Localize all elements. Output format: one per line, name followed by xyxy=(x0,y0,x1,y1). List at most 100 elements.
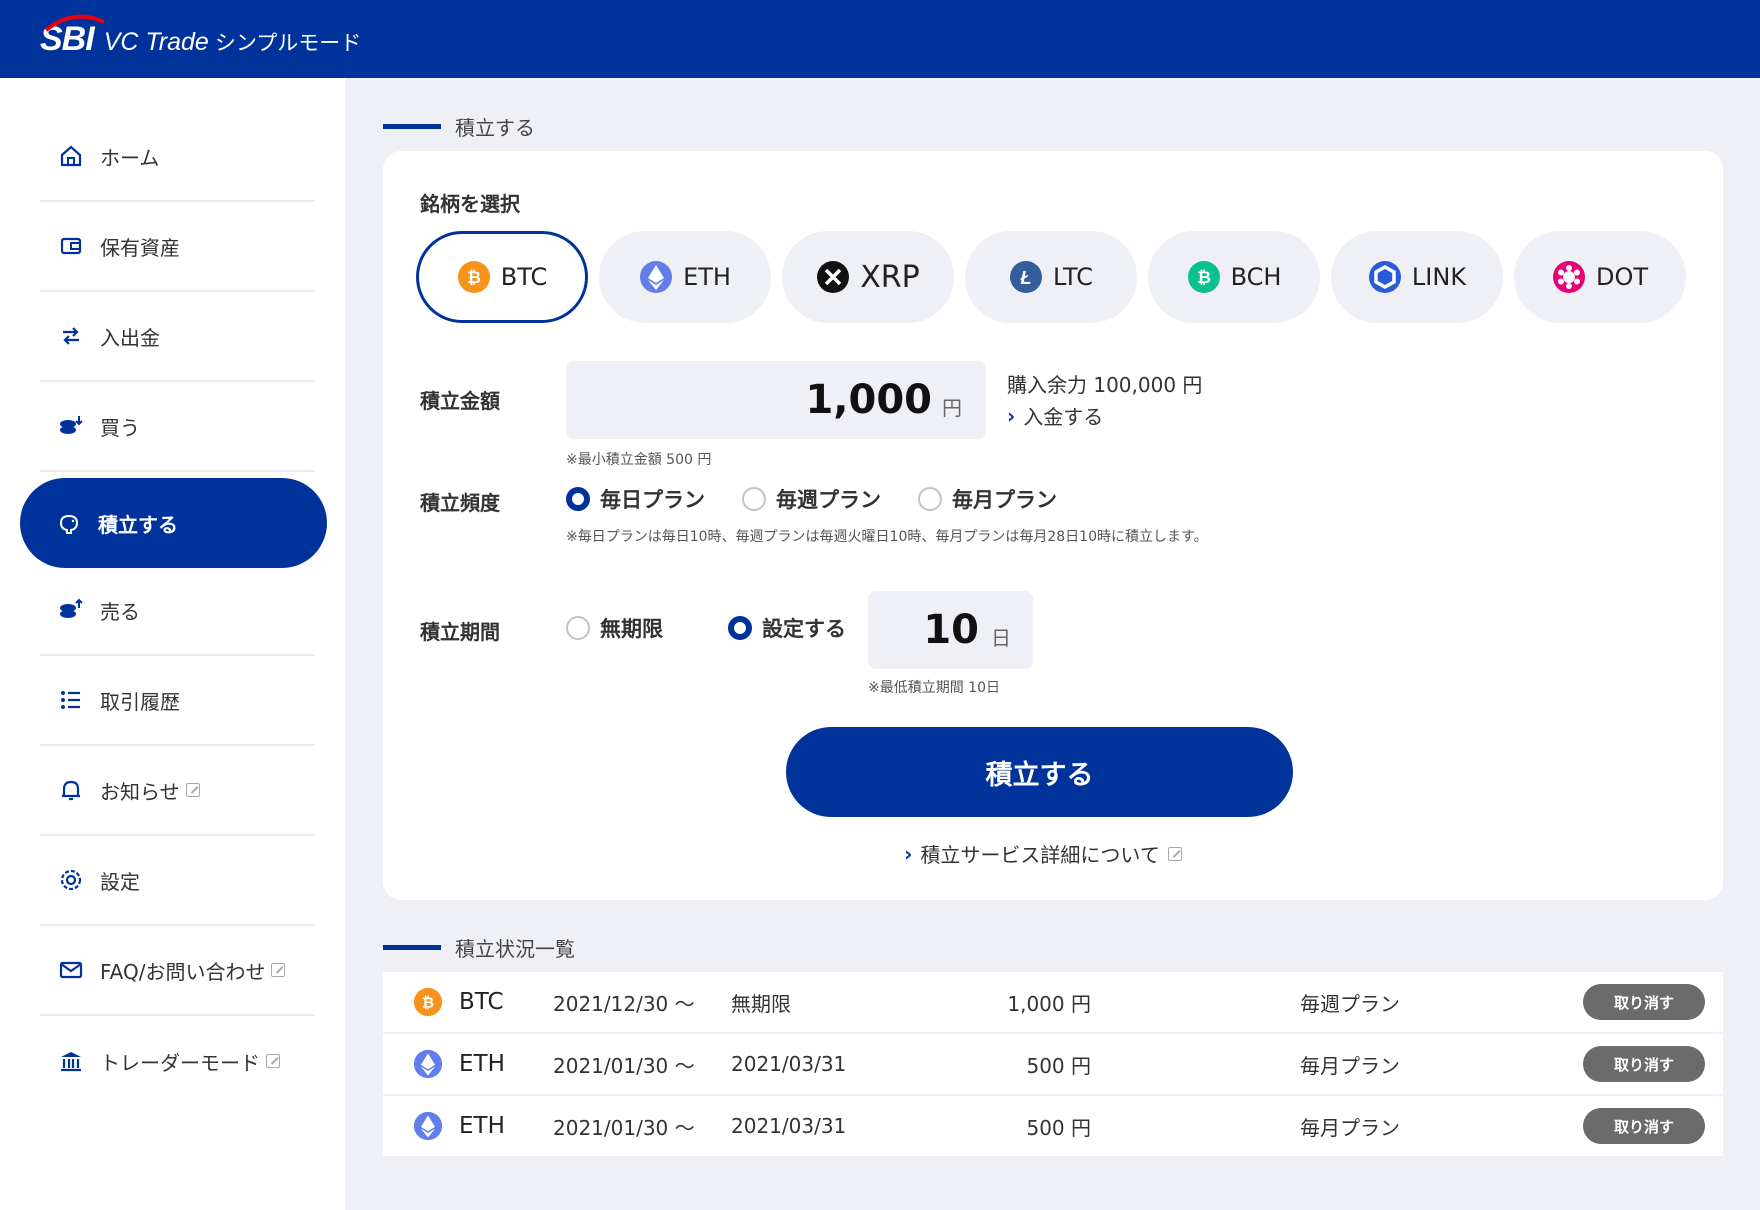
ltc-icon: Ł xyxy=(1009,261,1042,293)
radio-label: 設定する xyxy=(762,617,846,641)
frequency-note: ※毎日プランは毎日10時、毎週プランは毎週火曜日10時、毎月プランは毎月28日1… xyxy=(566,529,1208,545)
amount-unit: 円 xyxy=(942,395,962,420)
section-heading-status: 積立状況一覧 xyxy=(383,933,575,962)
chevron-right-icon: › xyxy=(904,841,913,866)
section-title-text: 積立状況一覧 xyxy=(455,937,575,961)
btc-icon: ₿ xyxy=(413,987,443,1017)
eth-icon xyxy=(413,1111,443,1141)
row-plan: 毎月プラン xyxy=(1300,1115,1400,1140)
svg-text:Ł: Ł xyxy=(1019,268,1031,288)
cancel-button[interactable]: 取り消す xyxy=(1583,1108,1705,1144)
sidebar-item-faq[interactable]: FAQ/お問い合わせ xyxy=(40,926,315,1016)
coin-symbol: XRP xyxy=(860,259,920,295)
amount-label: 積立金額 xyxy=(420,389,500,413)
svg-text:₿: ₿ xyxy=(422,994,434,1011)
row-coin: BTC xyxy=(459,989,504,1015)
sidebar-item-label: 積立する xyxy=(98,512,178,537)
external-link-icon xyxy=(266,1054,280,1068)
table-row: ETH 2021/01/30 〜 2021/03/31 500 円 毎月プラン … xyxy=(383,1096,1723,1158)
bank-icon xyxy=(56,1046,86,1076)
transfer-icon xyxy=(56,321,86,351)
wallet-icon xyxy=(56,231,86,261)
app-name: VC Trade xyxy=(103,27,209,56)
cancel-button[interactable]: 取り消す xyxy=(1583,984,1705,1020)
mail-icon xyxy=(56,955,86,985)
section-bar xyxy=(383,124,441,129)
accumulation-status-list: ₿ BTC 2021/12/30 〜 無期限 1,000 円 毎週プラン 取り消… xyxy=(383,972,1723,1158)
sbi-logo[interactable]: SBI VC Trade シンプルモード xyxy=(40,14,361,59)
xrp-icon xyxy=(817,261,850,293)
sidebar-item-settings[interactable]: 設定 xyxy=(40,836,315,926)
coin-option-ltc[interactable]: Ł LTC xyxy=(965,231,1137,323)
row-amount: 500 円 xyxy=(1026,1053,1091,1078)
sidebar-item-sell[interactable]: 売る xyxy=(40,566,315,656)
row-start-date: 2021/01/30 〜 xyxy=(553,1115,695,1140)
radio-circle xyxy=(728,616,752,640)
coin-option-xrp[interactable]: XRP xyxy=(782,231,954,323)
deposit-link[interactable]: › 入金する xyxy=(1007,401,1103,430)
sidebar-item-deposit-withdraw[interactable]: 入出金 xyxy=(40,292,315,382)
dot-icon xyxy=(1552,261,1585,293)
coin-option-dot[interactable]: DOT xyxy=(1514,231,1686,323)
eth-icon xyxy=(640,261,673,293)
cancel-button[interactable]: 取り消す xyxy=(1583,1046,1705,1082)
link-icon xyxy=(1368,261,1401,293)
sidebar-item-buy[interactable]: 買う xyxy=(40,382,315,472)
sell-coins-icon xyxy=(56,595,86,625)
coin-select-label: 銘柄を選択 xyxy=(420,192,520,216)
amount-value: 1,000 xyxy=(805,377,932,423)
sidebar-item-accumulate[interactable]: 積立する xyxy=(20,478,327,568)
coin-symbol: BTC xyxy=(500,263,548,291)
sidebar-item-label: ホーム xyxy=(100,145,160,170)
sidebar-item-label: FAQ/お問い合わせ xyxy=(100,959,266,984)
period-value: 10 xyxy=(923,607,979,653)
coin-option-eth[interactable]: ETH xyxy=(599,231,771,323)
home-icon xyxy=(56,141,86,171)
sidebar-item-label: 取引履歴 xyxy=(100,689,180,714)
period-unlimited-radio[interactable]: 無期限 xyxy=(566,613,663,643)
sidebar: ホーム 保有資産 入出金 買う 積立する 売る 取引履歴 お知らせ 設定 FAQ… xyxy=(0,78,345,1210)
bell-icon xyxy=(56,775,86,805)
sidebar-item-trader-mode[interactable]: トレーダーモード xyxy=(40,1016,315,1106)
row-end-date: 無期限 xyxy=(731,991,791,1016)
sidebar-item-home[interactable]: ホーム xyxy=(40,112,315,202)
row-plan: 毎週プラン xyxy=(1300,991,1400,1016)
coin-option-btc[interactable]: ₿ BTC xyxy=(416,231,588,323)
radio-circle xyxy=(742,487,766,511)
chevron-right-icon: › xyxy=(1007,403,1016,428)
radio-label: 毎週プラン xyxy=(776,488,881,512)
section-title-text: 積立する xyxy=(455,116,535,140)
row-amount: 1,000 円 xyxy=(1007,991,1091,1016)
svg-text:₿: ₿ xyxy=(467,268,481,287)
app-header: SBI VC Trade シンプルモード xyxy=(0,0,1760,78)
period-set-radio[interactable]: 設定する xyxy=(728,613,846,643)
external-link-icon xyxy=(1167,846,1182,861)
coin-symbol: LINK xyxy=(1411,263,1467,291)
coin-symbol: DOT xyxy=(1595,263,1649,291)
service-link-text: 積立サービス詳細について xyxy=(920,843,1160,867)
radio-circle xyxy=(566,487,590,511)
period-days-input[interactable]: 10 日 xyxy=(868,591,1033,669)
section-heading-accumulate: 積立する xyxy=(383,112,535,141)
accumulate-submit-button[interactable]: 積立する xyxy=(786,727,1293,817)
accumulate-form-card: 銘柄を選択 ₿ BTC ETH XRP Ł LTC ₿ BCH LINK DOT xyxy=(383,151,1723,900)
sidebar-item-assets[interactable]: 保有資産 xyxy=(40,202,315,292)
row-coin: ETH xyxy=(459,1051,505,1077)
frequency-weekly-radio[interactable]: 毎週プラン xyxy=(742,484,881,514)
table-row: ETH 2021/01/30 〜 2021/03/31 500 円 毎月プラン … xyxy=(383,1034,1723,1096)
coin-option-link[interactable]: LINK xyxy=(1331,231,1503,323)
sidebar-item-history[interactable]: 取引履歴 xyxy=(40,656,315,746)
sidebar-item-news[interactable]: お知らせ xyxy=(40,746,315,836)
coin-option-bch[interactable]: ₿ BCH xyxy=(1148,231,1320,323)
amount-input[interactable]: 1,000 円 xyxy=(566,361,986,439)
frequency-daily-radio[interactable]: 毎日プラン xyxy=(566,484,705,514)
sidebar-item-label: 売る xyxy=(100,599,140,624)
sidebar-item-label: 設定 xyxy=(100,869,140,894)
radio-label: 無期限 xyxy=(600,617,663,641)
row-coin: ETH xyxy=(459,1113,505,1139)
period-unit: 日 xyxy=(991,625,1011,650)
frequency-monthly-radio[interactable]: 毎月プラン xyxy=(918,484,1057,514)
period-label: 積立期間 xyxy=(420,620,500,644)
service-details-link[interactable]: › 積立サービス詳細について xyxy=(843,839,1243,868)
eth-icon xyxy=(413,1049,443,1079)
